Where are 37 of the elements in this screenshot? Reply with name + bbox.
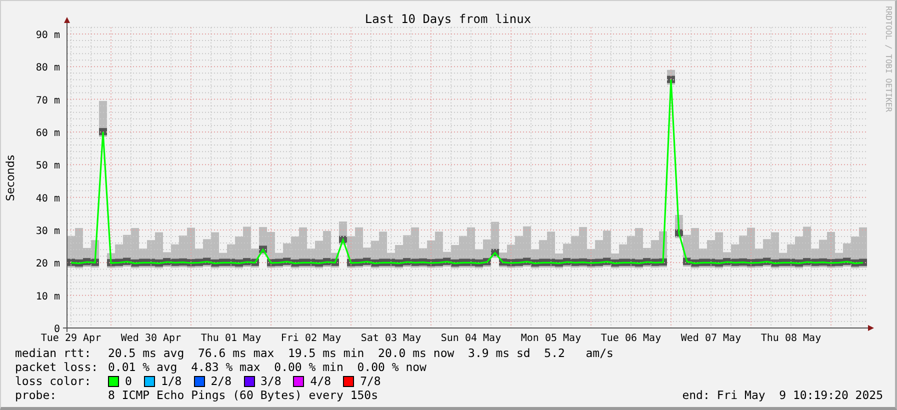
- x-tick-label: Fri 02 May: [280, 333, 342, 344]
- loss-color-label: 2/8: [210, 374, 232, 388]
- chart-title: Last 10 Days from linux: [364, 12, 532, 26]
- y-tick-label: 0: [54, 324, 60, 335]
- legend-value: 0.01 % avg 4.83 % max 0.00 % min 0.00 % now: [108, 360, 426, 374]
- loss-color-label: 1/8: [160, 374, 182, 388]
- x-tick-label: Sun 04 May: [440, 333, 502, 344]
- y-tick-label: 90 m: [36, 30, 60, 41]
- x-tick-label: Wed 07 May: [680, 333, 742, 344]
- loss-color-label: 7/8: [360, 374, 381, 388]
- y-tick-label: 50 m: [36, 160, 60, 172]
- y-tick-label: 30 m: [36, 226, 60, 237]
- x-tick-label: Thu 01 May: [200, 333, 262, 344]
- y-tick-label: 40 m: [36, 193, 60, 204]
- y-tick-label: 70 m: [36, 95, 60, 106]
- legend-label: probe:: [15, 388, 58, 402]
- loss-color-label: 4/8: [310, 374, 332, 388]
- x-tick-label: Mon 05 May: [520, 333, 582, 344]
- x-tick-label: Sat 03 May: [360, 333, 422, 344]
- x-tick-label: Thu 08 May: [760, 333, 822, 344]
- credit-text: RRDTOOL / TOBI OETIKER: [884, 6, 893, 112]
- y-axis-label: Seconds: [4, 154, 17, 202]
- probe-description: 8 ICMP Echo Pings (60 Bytes) every 150s: [108, 388, 378, 402]
- legend-value: 20.5 ms avg 76.6 ms max 19.5 ms min 20.0 ms now 3.9 ms sd 5.2 am/s: [108, 346, 614, 360]
- loss-color-label: 0: [125, 374, 132, 388]
- loss-color-label: 3/8: [260, 374, 282, 388]
- end-time: end: Fri May 9 10:19:20 2025: [682, 388, 883, 402]
- x-tick-label: Wed 30 Apr: [120, 333, 182, 344]
- legend-label: packet loss:: [15, 360, 100, 374]
- legend-label: median rtt:: [15, 346, 92, 360]
- x-tick-label: Tue 06 May: [600, 333, 662, 344]
- y-tick-label: 10 m: [36, 291, 60, 302]
- x-tick-label: Tue 29 Apr: [40, 333, 102, 344]
- y-tick-label: 80 m: [36, 62, 60, 74]
- y-tick-label: 60 m: [36, 128, 60, 139]
- legend-label: loss color:: [15, 374, 92, 388]
- y-tick-label: 20 m: [36, 258, 60, 270]
